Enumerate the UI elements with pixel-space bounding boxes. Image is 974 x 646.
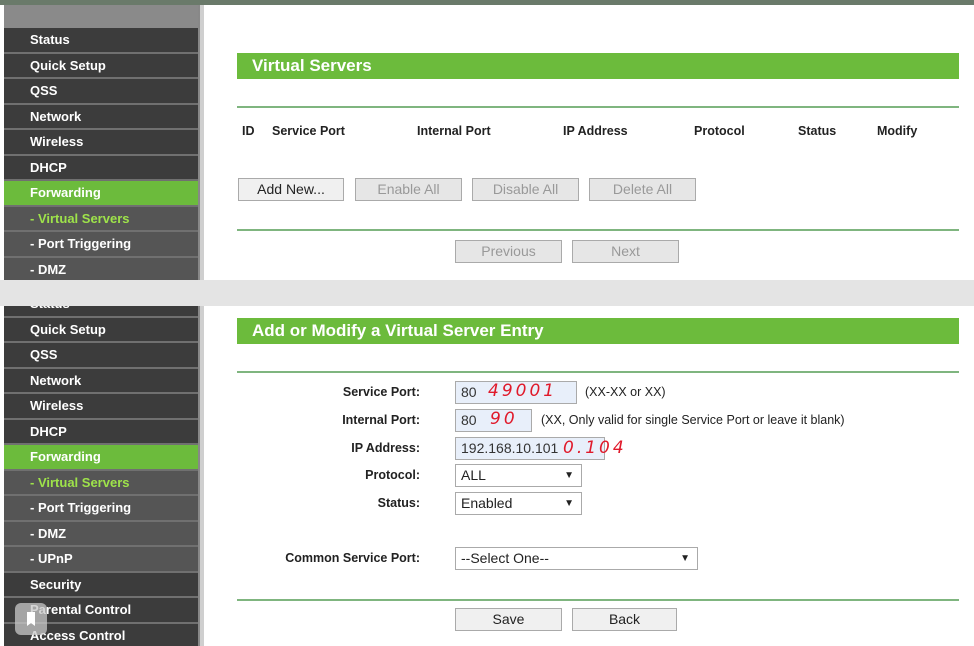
common-service-port-label: Common Service Port:: [285, 551, 420, 565]
sidebar-item-port-triggering[interactable]: - Port Triggering: [4, 232, 198, 258]
status-label: Status:: [377, 496, 420, 510]
col-id: ID: [242, 124, 255, 138]
internal-port-hint: (XX, Only valid for single Service Port …: [541, 413, 845, 427]
sidebar-item-security[interactable]: Security: [4, 572, 198, 598]
handwritten-annotation: 49001: [488, 381, 558, 401]
top-sidebar: Status Quick Setup QSS Network Wireless DHCP F…: [4, 5, 198, 280]
handwritten-annotation: 0.104: [563, 438, 627, 458]
sidebar-item-dmz[interactable]: - DMZ: [4, 521, 198, 547]
sidebar-item-network[interactable]: Network: [4, 104, 198, 130]
sidebar-item-wireless[interactable]: Wireless: [4, 130, 198, 156]
divider-line: [237, 229, 959, 231]
sidebar-item-dhcp[interactable]: DHCP: [4, 419, 198, 445]
common-service-port-value: --Select One--: [461, 550, 549, 566]
page-title: Virtual Servers: [237, 53, 959, 79]
enable-all-button[interactable]: Enable All: [355, 178, 462, 201]
back-button[interactable]: Back: [572, 608, 677, 631]
service-port-label: Service Port:: [342, 385, 420, 399]
common-service-port-select[interactable]: --Select One-- ▼: [455, 547, 698, 570]
sidebar-item-dhcp[interactable]: DHCP: [4, 155, 198, 181]
sidebar-item-wireless[interactable]: Wireless: [4, 394, 198, 420]
sidebar-item-forwarding[interactable]: Forwarding: [4, 445, 198, 471]
disable-all-button[interactable]: Disable All: [472, 178, 579, 201]
service-port-hint: (XX-XX or XX): [585, 385, 666, 399]
protocol-select[interactable]: ALL ▼: [455, 464, 582, 487]
chevron-down-icon: ▼: [564, 470, 574, 481]
separator-band: [0, 280, 974, 306]
page-title: Add or Modify a Virtual Server Entry: [237, 318, 959, 344]
sidebar-item-dmz[interactable]: - DMZ: [4, 257, 198, 280]
sidebar-item-status[interactable]: Status: [4, 306, 198, 318]
sidebar-item-quick-setup[interactable]: Quick Setup: [4, 53, 198, 79]
chevron-down-icon: ▼: [564, 498, 574, 509]
sidebar-item-status[interactable]: Status: [4, 28, 198, 54]
internal-port-label: Internal Port:: [342, 413, 420, 427]
chevron-down-icon: ▼: [680, 553, 690, 564]
sidebar-header: [4, 5, 198, 28]
divider-line: [237, 106, 959, 108]
sidebar-item-qss[interactable]: QSS: [4, 79, 198, 105]
protocol-label: Protocol:: [365, 468, 420, 482]
divider: [198, 5, 204, 280]
bookmark-icon[interactable]: [15, 603, 47, 635]
sidebar-item-quick-setup[interactable]: Quick Setup: [4, 317, 198, 343]
status-value: Enabled: [461, 495, 513, 511]
col-status: Status: [798, 124, 837, 138]
sidebar-item-qss[interactable]: QSS: [4, 343, 198, 369]
status-select[interactable]: Enabled ▼: [455, 492, 582, 515]
ip-address-label: IP Address:: [351, 441, 420, 455]
next-button[interactable]: Next: [572, 240, 679, 263]
previous-button[interactable]: Previous: [455, 240, 562, 263]
col-service-port: Service Port: [272, 124, 345, 138]
col-modify: Modify: [877, 124, 918, 138]
sidebar-item-forwarding[interactable]: Forwarding: [4, 181, 198, 207]
col-protocol: Protocol: [694, 124, 745, 138]
col-ip-address: IP Address: [563, 124, 628, 138]
handwritten-annotation: 90: [490, 409, 518, 429]
delete-all-button[interactable]: Delete All: [589, 178, 696, 201]
sidebar-item-port-triggering[interactable]: - Port Triggering: [4, 496, 198, 522]
col-internal-port: Internal Port: [417, 124, 491, 138]
divider: [198, 306, 204, 646]
divider-line: [237, 371, 959, 373]
add-new-button[interactable]: Add New...: [238, 178, 344, 201]
divider-line: [237, 599, 959, 601]
sidebar-item-network[interactable]: Network: [4, 368, 198, 394]
sidebar-item-virtual-servers[interactable]: - Virtual Servers: [4, 470, 198, 496]
sidebar-item-virtual-servers[interactable]: - Virtual Servers: [4, 206, 198, 232]
protocol-value: ALL: [461, 467, 486, 483]
sidebar-item-upnp[interactable]: - UPnP: [4, 547, 198, 573]
save-button[interactable]: Save: [455, 608, 562, 631]
bottom-sidebar: StatusQuick SetupQSSNetworkWirelessDHCPF…: [4, 306, 198, 646]
